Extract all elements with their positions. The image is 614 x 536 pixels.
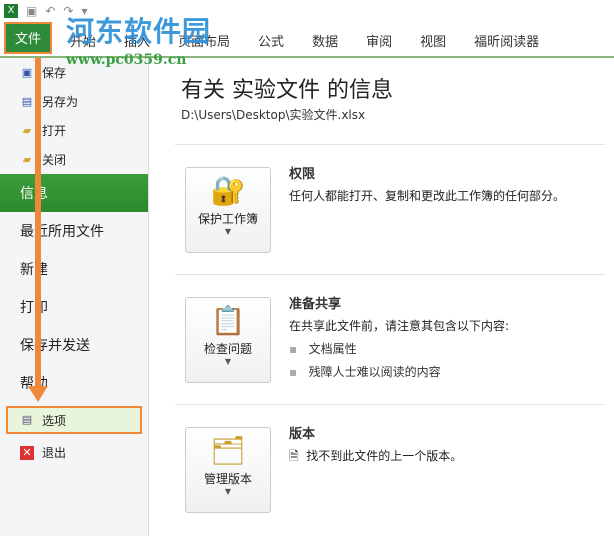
permissions-section: 🔐 保护工作簿 ▼ 权限 任何人都能打开、复制和更改此工作簿的任何部分。 — [175, 144, 605, 275]
watermark-title: 河东软件园 — [66, 15, 212, 48]
sidebar-item-save-as[interactable]: ▤ 另存为 — [0, 87, 148, 116]
label: 检查问题 — [203, 342, 252, 356]
label: 选项 — [42, 413, 67, 428]
save-as-icon: ▤ — [21, 94, 33, 108]
item-text: 残障人士难以阅读的内容 — [308, 365, 441, 379]
watermark-url: www.pc0359.cn — [66, 52, 187, 68]
label: 管理版本 — [203, 472, 252, 486]
versions-icon: 🗂 — [210, 434, 246, 467]
section-title: 准备共享 — [289, 297, 342, 312]
tab-review[interactable]: 审阅 — [366, 22, 392, 59]
label: 保护工作簿 — [197, 212, 258, 226]
exit-icon: ✕ — [20, 445, 34, 460]
sidebar-item-help[interactable]: 帮助 — [0, 364, 148, 402]
excel-icon: X — [4, 4, 18, 18]
sidebar-item-open[interactable]: ▰ 打开 — [0, 116, 148, 145]
sidebar-item-exit[interactable]: ✕ 退出 — [0, 438, 148, 467]
versions-section: 🗂 管理版本 ▼ 版本 🗎 找不到此文件的上一个版本。 — [175, 404, 605, 535]
chevron-down-icon: ▼ — [224, 357, 232, 366]
label: 打开 — [42, 124, 67, 138]
chevron-down-icon: ▼ — [224, 487, 232, 496]
sidebar-item-save-send[interactable]: 保存并发送 — [0, 326, 148, 364]
section-desc: 在共享此文件前，请注意其包含以下内容: ▪ 文档属性 ▪ 残障人士难以阅读的内容 — [289, 317, 509, 380]
section-title: 权限 — [289, 167, 316, 182]
section-title: 版本 — [289, 427, 316, 442]
info-panel: 有关 实验文件 的信息 D:\Users\Desktop\实验文件.xlsx 🔐… — [149, 58, 614, 536]
close-folder-icon: ▰ — [22, 152, 32, 166]
label: 另存为 — [42, 95, 79, 109]
backstage-sidebar: ▣ 保存 ▤ 另存为 ▰ 打开 ▰ 关闭 信息 最近所用文件 新建 打印 保存并发送 帮… — [0, 58, 149, 536]
save-icon[interactable]: ▣ — [26, 4, 37, 18]
file-path: D:\Users\Desktop\实验文件.xlsx — [181, 108, 366, 122]
save-icon: ▣ — [21, 65, 33, 79]
sidebar-item-recent[interactable]: 最近所用文件 — [0, 212, 148, 250]
tab-file[interactable]: 文件 — [4, 22, 52, 54]
sidebar-item-close[interactable]: ▰ 关闭 — [0, 145, 148, 174]
manage-versions-button[interactable]: 🗂 管理版本 ▼ — [185, 427, 271, 513]
item-text: 文档属性 — [308, 342, 357, 356]
sidebar-item-info[interactable]: 信息 — [0, 174, 148, 212]
open-folder-icon: ▰ — [22, 123, 32, 137]
sidebar-item-print[interactable]: 打印 — [0, 288, 148, 326]
label: 退出 — [42, 446, 67, 460]
document-icon: 🗎 — [289, 449, 299, 463]
undo-icon[interactable]: ↶ — [45, 4, 55, 18]
annotation-arrow-head — [28, 386, 48, 402]
desc-text: 在共享此文件前，请注意其包含以下内容: — [289, 319, 510, 333]
tab-formulas[interactable]: 公式 — [258, 22, 284, 59]
tab-view[interactable]: 视图 — [420, 22, 446, 59]
annotation-arrow — [35, 58, 41, 388]
inspect-document-icon: 📋 — [210, 304, 246, 337]
protect-workbook-button[interactable]: 🔐 保护工作簿 ▼ — [185, 167, 271, 253]
prepare-sharing-section: 📋 检查问题 ▼ 准备共享 在共享此文件前，请注意其包含以下内容: ▪ 文档属性 ▪… — [175, 274, 605, 405]
tab-foxit[interactable]: 福昕阅读器 — [474, 22, 539, 59]
options-icon: ▤ — [21, 413, 33, 426]
page-title: 有关 实验文件 的信息 — [181, 78, 393, 103]
lock-key-icon: 🔐 — [210, 174, 246, 207]
label: 保存 — [42, 66, 67, 80]
section-desc: 🗎 找不到此文件的上一个版本。 — [289, 447, 462, 468]
chevron-down-icon: ▼ — [224, 227, 232, 236]
check-issues-button[interactable]: 📋 检查问题 ▼ — [185, 297, 271, 383]
sidebar-item-new[interactable]: 新建 — [0, 250, 148, 288]
list-item: ▪ 文档属性 — [289, 342, 357, 356]
section-desc: 任何人都能打开、复制和更改此工作簿的任何部分。 — [289, 189, 566, 203]
list-item: ▪ 残障人士难以阅读的内容 — [289, 365, 441, 379]
desc-text: 找不到此文件的上一个版本。 — [306, 449, 463, 463]
label: 关闭 — [42, 153, 67, 167]
sidebar-item-options[interactable]: ▤ 选项 — [6, 406, 142, 434]
tab-data[interactable]: 数据 — [312, 22, 338, 59]
